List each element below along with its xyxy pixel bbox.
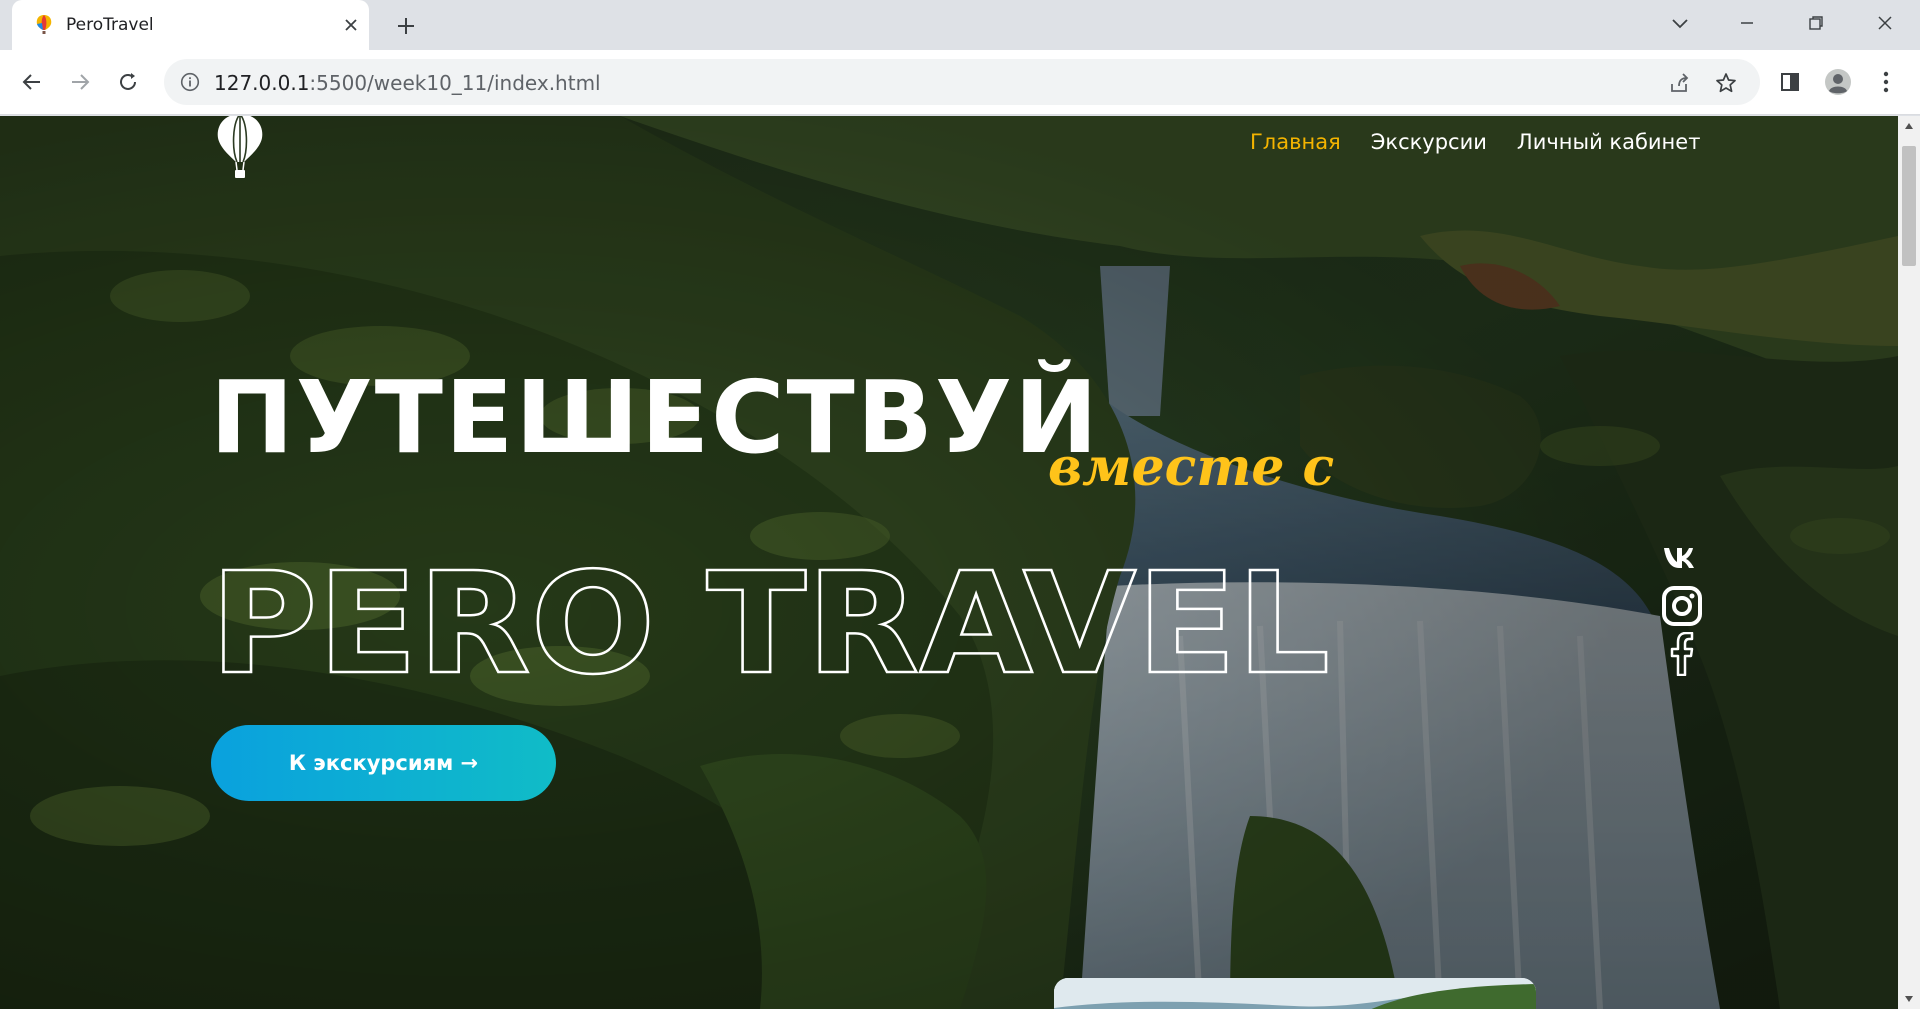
- hero-title: ПУТЕШЕСТВУЙ: [210, 359, 1100, 476]
- url-text[interactable]: 127.0.0.1:5500/week10_11/index.html: [214, 71, 601, 95]
- profile-avatar-icon[interactable]: [1823, 67, 1853, 97]
- page-scrollbar[interactable]: [1898, 116, 1920, 1009]
- nav-link-account[interactable]: Личный кабинет: [1517, 130, 1701, 154]
- next-section-card-peek: [1054, 978, 1536, 1009]
- url-host: 127.0.0.1: [214, 71, 310, 95]
- hero-script-text: вместе с: [1048, 437, 1335, 498]
- scroll-up-arrow-icon[interactable]: [1903, 120, 1915, 132]
- nav-link-excursions[interactable]: Экскурсии: [1371, 130, 1487, 154]
- tab-title: PeroTravel: [66, 15, 154, 35]
- url-path: :5500/week10_11/index.html: [309, 71, 601, 95]
- menu-kebab-icon[interactable]: [1871, 67, 1901, 97]
- balloon-logo-icon[interactable]: [210, 116, 270, 184]
- page-viewport: Главная Экскурсии Личный кабинет ПУТЕШЕС…: [0, 116, 1898, 1009]
- share-icon[interactable]: [1666, 70, 1692, 96]
- instagram-icon[interactable]: [1660, 584, 1704, 628]
- vk-icon[interactable]: [1660, 536, 1704, 580]
- hero-brand-outline: PERO TRAVEL: [209, 542, 1332, 684]
- site-info-icon[interactable]: [180, 72, 200, 92]
- forward-icon[interactable]: [65, 67, 95, 97]
- hero-brand-text: PERO TRAVEL: [210, 543, 1330, 684]
- tab-search-chevron-icon[interactable]: [1660, 8, 1700, 38]
- side-panel-icon[interactable]: [1775, 67, 1805, 97]
- facebook-icon[interactable]: [1660, 632, 1704, 676]
- scroll-down-arrow-icon[interactable]: [1903, 993, 1915, 1005]
- minimize-icon[interactable]: [1727, 8, 1767, 38]
- back-icon[interactable]: [17, 67, 47, 97]
- scroll-thumb[interactable]: [1902, 146, 1916, 266]
- address-bar[interactable]: 127.0.0.1:5500/week10_11/index.html: [164, 59, 1760, 105]
- browser-toolbar: 127.0.0.1:5500/week10_11/index.html: [0, 50, 1920, 115]
- tab-strip: PeroTravel: [0, 0, 1920, 50]
- close-window-icon[interactable]: [1865, 8, 1905, 38]
- bookmark-star-icon[interactable]: [1713, 70, 1739, 96]
- tab-close-icon[interactable]: [339, 13, 363, 37]
- nav-link-home[interactable]: Главная: [1250, 130, 1341, 154]
- restore-icon[interactable]: [1796, 8, 1836, 38]
- card-image-peek: [1054, 978, 1536, 1009]
- to-excursions-button[interactable]: К экскурсиям →: [211, 725, 556, 801]
- reload-icon[interactable]: [113, 67, 143, 97]
- site-nav: Главная Экскурсии Личный кабинет: [1250, 130, 1700, 154]
- social-links: [1660, 536, 1704, 680]
- balloon-favicon-icon: [36, 15, 52, 34]
- browser-tab[interactable]: PeroTravel: [12, 0, 369, 50]
- new-tab-icon[interactable]: [392, 12, 420, 40]
